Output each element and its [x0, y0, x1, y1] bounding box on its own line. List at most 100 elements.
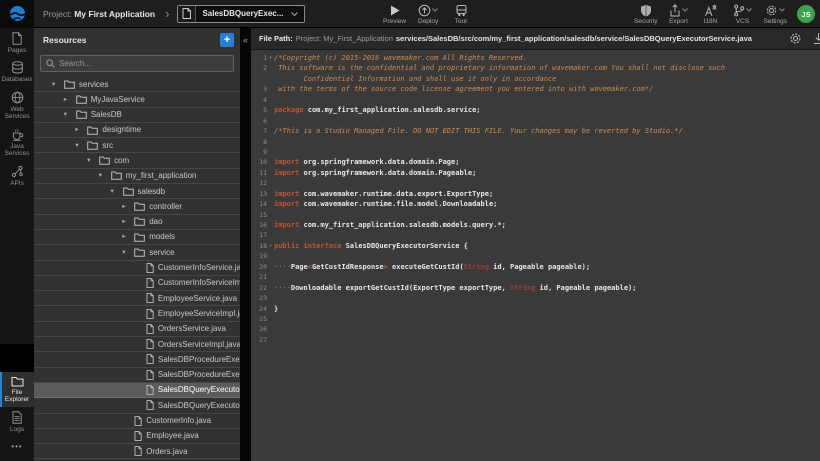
preview-button[interactable]: Preview	[383, 4, 406, 25]
collapse-arrow-icon[interactable]: ▾	[52, 77, 64, 92]
tree-item-label: MyJavaService	[91, 92, 145, 107]
code-line-7: 7/*This is a Studio Managed File. DO NOT…	[251, 126, 820, 136]
tree-item-salesdb[interactable]: ▾SalesDB	[34, 108, 240, 123]
code-text: public interface SalesDBQueryExecutorSer…	[274, 241, 468, 251]
tree-item-customerinfo-java[interactable]: CustomerInfo.java	[34, 414, 240, 429]
sidebar-item-more[interactable]: •••	[0, 436, 34, 461]
collapse-arrow-icon[interactable]: ▾	[87, 153, 99, 168]
search-box[interactable]	[40, 55, 234, 72]
code-text: ····Page<GetCustIdResponse> executeGetCu…	[274, 262, 590, 272]
code-line-6: 6	[251, 116, 820, 126]
tree-item-customerinfoserviceimpl-java[interactable]: CustomerInfoServiceImpl.java	[34, 276, 240, 291]
fold-spacer	[267, 74, 274, 84]
fold-arrow-icon[interactable]: ▾	[267, 241, 274, 251]
sidebar-item-java-services[interactable]: Java Services	[0, 124, 34, 161]
download-icon	[812, 32, 820, 45]
file-icon	[178, 6, 196, 22]
collapse-arrow-icon[interactable]: ▾	[111, 184, 123, 199]
tree-item-service[interactable]: ▾service	[34, 245, 240, 260]
tree-item-salesdbqueryexecutorservice-java[interactable]: SalesDBQueryExecutorService.java	[34, 383, 240, 398]
tree-item-src[interactable]: ▾src	[34, 138, 240, 153]
tree-item-salesdbprocedureexecutorservice-java[interactable]: SalesDBProcedureExecutorService.java	[34, 352, 240, 367]
i18n-button[interactable]: I18N	[700, 4, 722, 25]
tree-item-models[interactable]: ▸models	[34, 230, 240, 245]
code-line-12: 12	[251, 178, 820, 188]
tree-item-myjavaservice[interactable]: ▸ MyJavaService	[34, 92, 240, 107]
fold-spacer	[267, 157, 274, 167]
expand-arrow-icon[interactable]: ▸	[122, 230, 134, 245]
settings-button[interactable]: Settings	[764, 4, 788, 25]
code-line-26: 26	[251, 324, 820, 334]
database-icon	[11, 61, 24, 74]
tree-item-label: CustomerInfoService.java	[158, 261, 240, 276]
tree-item-dao[interactable]: ▸dao	[34, 215, 240, 230]
vcs-button[interactable]: VCS	[732, 4, 754, 25]
folder-icon	[134, 248, 145, 257]
tree-item-com[interactable]: ▾com	[34, 153, 240, 168]
tour-button[interactable]: Tour	[450, 4, 472, 25]
tree-item-employee-java[interactable]: Employee.java	[34, 429, 240, 444]
security-icon	[640, 4, 652, 17]
collapse-panel-button[interactable]: «	[240, 34, 251, 46]
security-button[interactable]: Security	[634, 4, 657, 25]
code-line-23: 23	[251, 293, 820, 303]
editor-settings-button[interactable]	[789, 32, 802, 45]
tree-item-salesdbqueryexecutorserviceimpl-java[interactable]: SalesDBQueryExecutorServiceImpl.java	[34, 398, 240, 413]
sidebar-item-logs[interactable]: Logs	[0, 407, 34, 436]
code-editor[interactable]: 1▾/*Copyright (c) 2015-2016 wavemaker.co…	[251, 50, 820, 461]
user-avatar[interactable]: JS	[797, 5, 815, 23]
file-dropdown[interactable]: SalesDBQueryExec...	[177, 5, 305, 23]
collapse-arrow-icon[interactable]: ▾	[99, 169, 111, 184]
add-resource-button[interactable]: +	[220, 33, 234, 47]
expand-arrow-icon[interactable]: ▸	[75, 123, 87, 138]
code-text: }	[274, 304, 278, 314]
sidebar-item-apis[interactable]: APIs	[0, 161, 34, 190]
tree-item-salesdbprocedureexecutorserviceimpl-java[interactable]: SalesDBProcedureExecutorServiceImpl.java	[34, 368, 240, 383]
expand-arrow-icon[interactable]: ▸	[122, 215, 134, 230]
tree-item-services[interactable]: ▾services	[34, 77, 240, 92]
tree-item-ordersservice-java[interactable]: OrdersService.java	[34, 322, 240, 337]
panel-splitter[interactable]: «	[240, 28, 251, 461]
fold-spacer	[267, 304, 274, 314]
tree-item-designtime[interactable]: ▸designtime	[34, 123, 240, 138]
collapse-arrow-icon[interactable]: ▾	[122, 245, 134, 260]
fold-spacer	[267, 84, 274, 94]
line-number: 22	[251, 283, 267, 293]
fold-spacer	[267, 189, 274, 199]
tree-item-employeeservice-java[interactable]: EmployeeService.java	[34, 291, 240, 306]
wavemaker-logo[interactable]	[0, 0, 34, 28]
tree-item-my-first-application[interactable]: ▾my_first_application	[34, 169, 240, 184]
tree-item-customerinfoservice-java[interactable]: CustomerInfoService.java	[34, 261, 240, 276]
search-input[interactable]	[59, 59, 228, 68]
line-number: 1	[251, 53, 267, 63]
sidebar-item-file-explorer[interactable]: File Explorer	[0, 372, 34, 407]
fold-arrow-icon[interactable]: ▾	[267, 53, 274, 63]
deploy-button[interactable]: Deploy	[417, 4, 439, 25]
expand-arrow-icon[interactable]: ▸	[64, 92, 76, 107]
tree-item-controller[interactable]: ▸controller	[34, 199, 240, 214]
export-button[interactable]: Export	[668, 4, 690, 25]
fold-spacer	[267, 335, 274, 345]
collapse-arrow-icon[interactable]: ▾	[64, 108, 76, 123]
tree-item-employeeserviceimpl-java[interactable]: EmployeeServiceImpl.java	[34, 306, 240, 321]
tree-item-salesdb[interactable]: ▾salesdb	[34, 184, 240, 199]
download-file-button[interactable]	[812, 32, 820, 45]
sidebar-item-web-services[interactable]: Web Services	[0, 87, 34, 124]
chevron-down-icon	[682, 8, 688, 12]
expand-arrow-icon[interactable]: ▸	[122, 199, 134, 214]
collapse-arrow-icon[interactable]: ▾	[75, 138, 87, 153]
rail-divider	[0, 344, 34, 372]
sidebar-item-databases[interactable]: Databases	[0, 57, 34, 86]
sidebar-item-pages[interactable]: Pages	[0, 28, 34, 57]
fold-spacer	[267, 168, 274, 178]
tree-item-label: SalesDBQueryExecutorService.java	[158, 383, 240, 398]
tree-item-ordersserviceimpl-java[interactable]: OrdersServiceImpl.java	[34, 337, 240, 352]
line-number: 27	[251, 335, 267, 345]
file-icon	[146, 385, 154, 395]
code-line-14: 14import com.wavemaker.runtime.file.mode…	[251, 199, 820, 209]
fold-spacer	[267, 314, 274, 324]
code-line-25: 25	[251, 314, 820, 324]
code-line-2: 2 This software is the confidential and …	[251, 63, 820, 73]
tree-item-orders-java[interactable]: Orders.java	[34, 444, 240, 459]
code-text: with the terms of the source code licens…	[274, 84, 653, 94]
